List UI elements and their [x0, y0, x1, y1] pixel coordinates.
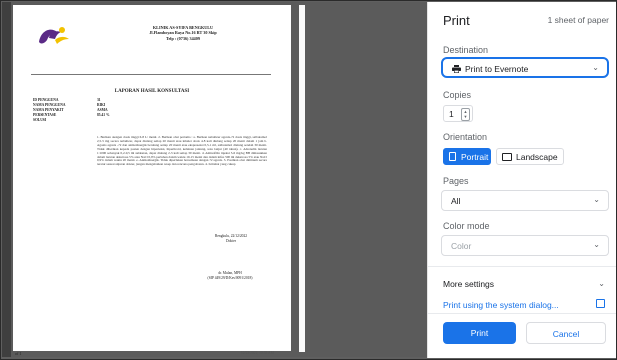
- preview-page: KLINIK AS-SYIFA BENGKULU Jl.Flamboyan Ra…: [13, 5, 291, 356]
- copies-stepper[interactable]: ▲ ▼: [461, 108, 470, 121]
- section-divider: [428, 313, 616, 314]
- print-timestamp: 12/22/2022, 10:35 AM: [241, 351, 274, 355]
- print-dialog-window: KLINIK AS-SYIFA BENGKULU Jl.Flamboyan Ra…: [0, 0, 617, 360]
- preview-edge: [2, 2, 11, 357]
- header-divider: [31, 74, 271, 75]
- pages-value: All: [451, 196, 461, 206]
- destination-value: Print to Evernote: [465, 64, 529, 74]
- print-settings-panel: Print 1 sheet of paper Destination Print…: [427, 2, 616, 358]
- portrait-icon: [449, 152, 456, 161]
- cancel-button[interactable]: Cancel: [526, 322, 606, 344]
- report-fields: ID PENGGUNA 31 NAMA PENGGUNA RIKI NAMA P…: [33, 98, 110, 123]
- destination-label: Destination: [443, 45, 489, 55]
- print-preview-area[interactable]: KLINIK AS-SYIFA BENGKULU Jl.Flamboyan Ra…: [2, 2, 427, 357]
- orientation-label: Orientation: [443, 132, 488, 142]
- pages-label: Pages: [443, 176, 469, 186]
- copies-value: 1: [449, 109, 454, 119]
- color-mode-select[interactable]: Color ⌄: [441, 235, 609, 256]
- sheet-count: 1 sheet of paper: [547, 15, 609, 25]
- landscape-icon: [502, 153, 512, 161]
- destination-select[interactable]: Print to Evernote ⌄: [441, 57, 609, 78]
- print-button[interactable]: Print: [443, 322, 516, 344]
- landscape-button[interactable]: Landscape: [496, 148, 564, 165]
- portrait-label: Portrait: [461, 152, 489, 162]
- printer-icon: [452, 65, 461, 73]
- chevron-down-icon: ⌄: [593, 240, 600, 249]
- pages-select[interactable]: All ⌄: [441, 190, 609, 211]
- more-settings-toggle[interactable]: More settings: [443, 279, 494, 289]
- system-dialog-link[interactable]: Print using the system dialog...: [443, 300, 559, 310]
- copies-label: Copies: [443, 90, 472, 100]
- field-row: SOLUSI: [33, 118, 110, 123]
- section-divider: [428, 266, 616, 267]
- signature-place: Bengkulu, 22/12/2022 Dokter: [193, 234, 269, 243]
- chevron-down-icon: ⌄: [593, 195, 600, 204]
- clinic-logo: [39, 27, 69, 44]
- field-value: 85.41 %: [97, 113, 110, 117]
- copies-input[interactable]: 1 ▲ ▼: [443, 105, 473, 122]
- destination-value-wrap: Print to Evernote: [452, 64, 528, 74]
- print-title: Print: [443, 13, 470, 28]
- clinic-header: KLINIK AS-SYIFA BENGKULU Jl.Flamboyan Ra…: [113, 25, 253, 41]
- chevron-down-icon[interactable]: ⌄: [598, 279, 605, 288]
- color-mode-value: Color: [451, 241, 472, 251]
- sign-id: (SIP 449/29/D/Kes/0091/2018): [207, 275, 253, 280]
- landscape-label: Landscape: [516, 152, 558, 162]
- sign-role: Dokter: [226, 238, 236, 243]
- color-mode-label: Color mode: [443, 221, 490, 231]
- portrait-button[interactable]: Portrait: [443, 148, 491, 165]
- solution-text: 1. Berikan oksigen dosis tinggi 6-8 L/ m…: [97, 135, 267, 167]
- page-count: of 1: [15, 351, 22, 356]
- preview-page-edge: [299, 5, 305, 352]
- chevron-down-icon: ⌄: [592, 63, 599, 72]
- clinic-phone: Telp : (0736) 34409: [166, 35, 200, 41]
- field-key: SOLUSI: [33, 118, 47, 122]
- document-title: LAPORAN HASIL KONSULTASI: [114, 89, 190, 94]
- signature-name-block: dr. Mulan, MPH (SIP 449/29/D/Kes/0091/20…: [185, 271, 275, 280]
- external-link-icon[interactable]: [596, 299, 605, 308]
